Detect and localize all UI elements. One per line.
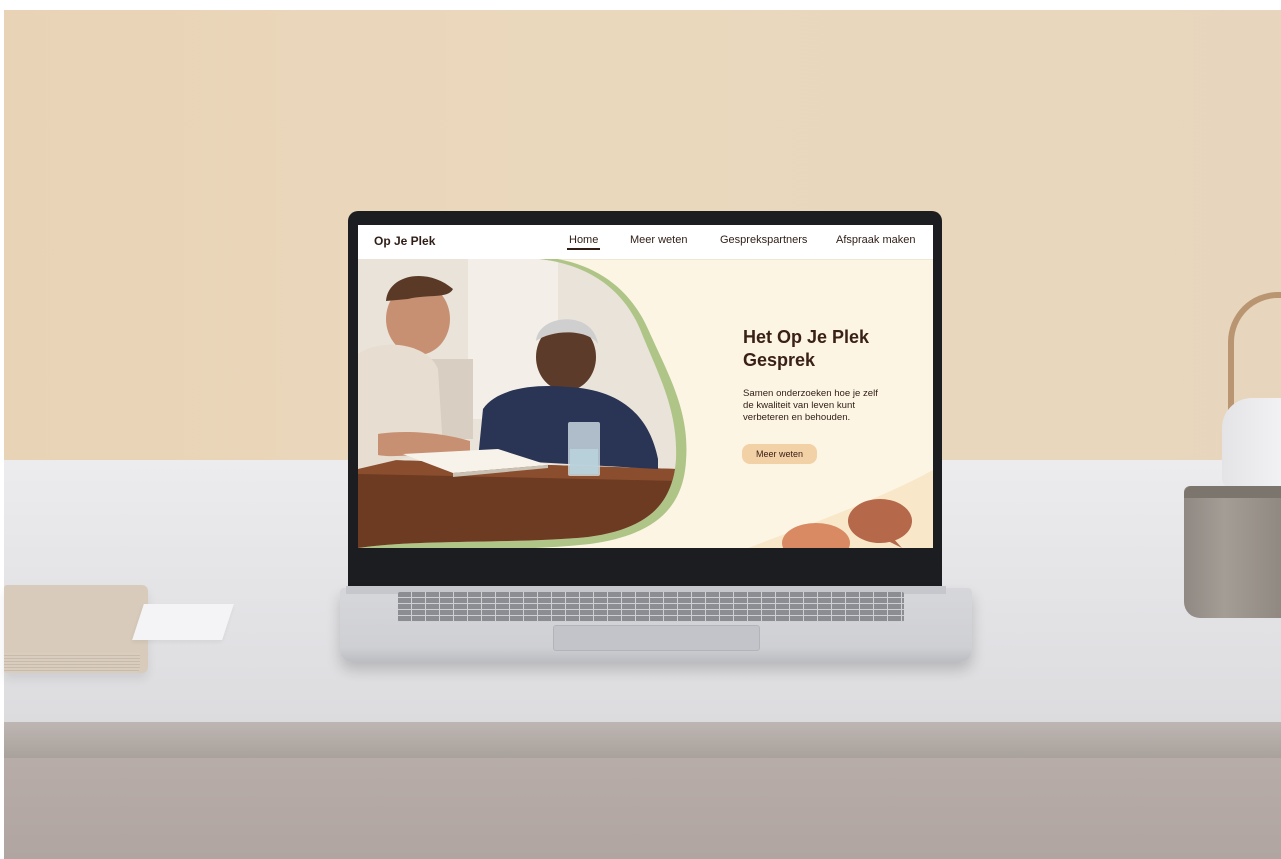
cup (1184, 486, 1281, 618)
desk-edge (4, 722, 1281, 758)
photo-scene: Op Je Plek Home Meer weten Gesprekspartn… (0, 0, 1281, 859)
laptop-keyboard (398, 592, 904, 622)
paper-sheet (132, 604, 234, 640)
laptop-trackpad (553, 625, 760, 651)
site-navbar: Op Je Plek Home Meer weten Gesprekspartn… (358, 225, 933, 260)
site-logo[interactable]: Op Je Plek (374, 234, 435, 248)
nav-gesprekspartners[interactable]: Gesprekspartners (720, 234, 807, 246)
nav-meer-weten[interactable]: Meer weten (630, 234, 687, 246)
hero-title-line-2: Gesprek (743, 350, 816, 370)
cup-rim (1184, 486, 1281, 498)
hero-description: Samen onderzoeken hoe je zelf de kwalite… (743, 388, 903, 424)
laptop-screen: Op Je Plek Home Meer weten Gesprekspartn… (358, 225, 933, 548)
nav-home[interactable]: Home (566, 234, 601, 250)
nav-afspraak-maken[interactable]: Afspraak maken (836, 234, 915, 246)
hero-title-line-1: Het Op Je Plek (743, 327, 870, 347)
hero-title: Het Op Je Plek Gesprek (743, 326, 913, 372)
speech-bubbles-decoration (748, 470, 933, 548)
people-reading-photo (358, 259, 687, 548)
notebook-pages (4, 653, 140, 673)
notebook (4, 585, 148, 673)
hero-text-line-3: verbeteren en behouden. (743, 412, 851, 423)
teapot (1222, 398, 1281, 490)
speech-bubble-large-icon (848, 499, 912, 543)
hero-text-line-2: de kwaliteit van leven kunt (743, 400, 855, 411)
hero-text-line-1: Samen onderzoeken hoe je zelf (743, 388, 878, 399)
floor (4, 758, 1281, 859)
